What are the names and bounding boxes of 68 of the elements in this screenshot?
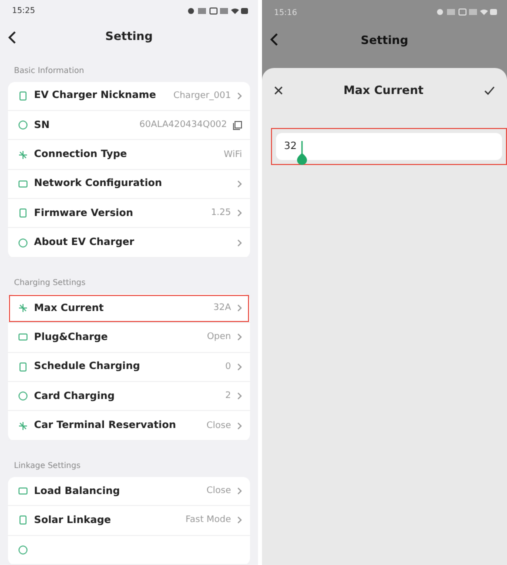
input-field[interactable]: 32 <box>276 133 502 160</box>
row-value: 60ALA420434Q002 <box>139 120 227 130</box>
setting-icon <box>18 391 28 402</box>
setting-icon <box>18 486 28 496</box>
back-icon[interactable] <box>270 33 278 46</box>
settings-row[interactable]: Schedule Charging 0 <box>8 352 250 382</box>
settings-row[interactable]: Firmware Version 1.25 <box>8 199 250 228</box>
row-value: Fast Mode <box>186 515 231 526</box>
settings-row[interactable]: Network Configuration <box>8 170 250 200</box>
row-label: EV Charger Nickname <box>34 90 157 102</box>
screen-title: Setting <box>360 33 408 47</box>
back-icon[interactable] <box>8 30 16 44</box>
row-label: SN <box>34 120 51 131</box>
text-cursor-handle[interactable] <box>296 139 308 166</box>
setting-icon <box>18 208 28 218</box>
settings-row[interactable]: Solar Linkage Fast Mode <box>8 506 250 536</box>
row-value: Charger_001 <box>173 90 231 101</box>
check-icon[interactable] <box>484 86 495 94</box>
settings-row[interactable]: Load Balancing Close <box>8 476 250 506</box>
settings-row[interactable]: Car Terminal Reservation Close <box>8 411 250 441</box>
status-time: 15:16 <box>274 8 298 16</box>
setting-icon <box>18 90 28 101</box>
row-label: Firmware Version <box>34 208 134 219</box>
row-label: Car Terminal Reservation <box>34 420 177 432</box>
row-label: Plug&Charge <box>34 332 109 343</box>
settings-row[interactable]: Connection Type WiFi <box>8 140 250 170</box>
row-label: Card Charging <box>34 390 116 402</box>
setting-icon <box>18 544 28 555</box>
setting-icon <box>18 120 28 130</box>
row-label: Schedule Charging <box>34 361 142 372</box>
sheet-title: Max Current <box>343 83 424 97</box>
row-value: Close <box>206 486 231 496</box>
status-icons <box>188 6 248 15</box>
row-label: Load Balancing <box>34 486 121 497</box>
row-label: Connection Type <box>34 149 128 160</box>
screen-title: Setting <box>105 29 153 44</box>
setting-icon <box>18 238 28 248</box>
row-value: Open <box>206 332 231 342</box>
setting-icon <box>18 150 28 160</box>
setting-icon <box>18 515 28 526</box>
row-value: 32A <box>213 303 231 314</box>
settings-row[interactable]: Plug&Charge Open <box>8 323 250 353</box>
settings-row[interactable]: SN 60ALA420434Q002 <box>8 110 250 140</box>
settings-row[interactable]: EV Charger Nickname Charger_001 <box>8 82 250 111</box>
settings-row[interactable]: About EV Charger <box>8 228 250 258</box>
settings-row[interactable]: Max Current 32A <box>8 294 250 324</box>
setting-icon <box>18 178 28 189</box>
settings-row[interactable]: Card Charging 2 <box>8 382 250 412</box>
status-icons <box>437 8 497 16</box>
row-label: Solar Linkage <box>34 514 112 526</box>
setting-icon <box>18 303 28 314</box>
row-value: WiFi <box>224 150 242 160</box>
section-title: Linkage Settings <box>13 460 82 470</box>
row-value: 2 <box>225 391 231 402</box>
close-icon[interactable] <box>274 86 283 94</box>
section-title: Basic Information <box>13 66 86 75</box>
setting-icon <box>18 420 28 431</box>
setting-icon <box>18 332 28 342</box>
section-title: Charging Settings <box>13 278 87 287</box>
row-value: 0 <box>225 362 231 372</box>
row-label: Max Current <box>34 302 105 314</box>
status-time: 15:25 <box>12 6 36 16</box>
row-value: 1.25 <box>210 208 231 218</box>
setting-icon <box>18 362 28 372</box>
row-label: About EV Charger <box>34 237 136 248</box>
row-label: Network Configuration <box>34 178 163 190</box>
row-value: Close <box>206 420 231 431</box>
copy-icon[interactable] <box>233 120 242 130</box>
